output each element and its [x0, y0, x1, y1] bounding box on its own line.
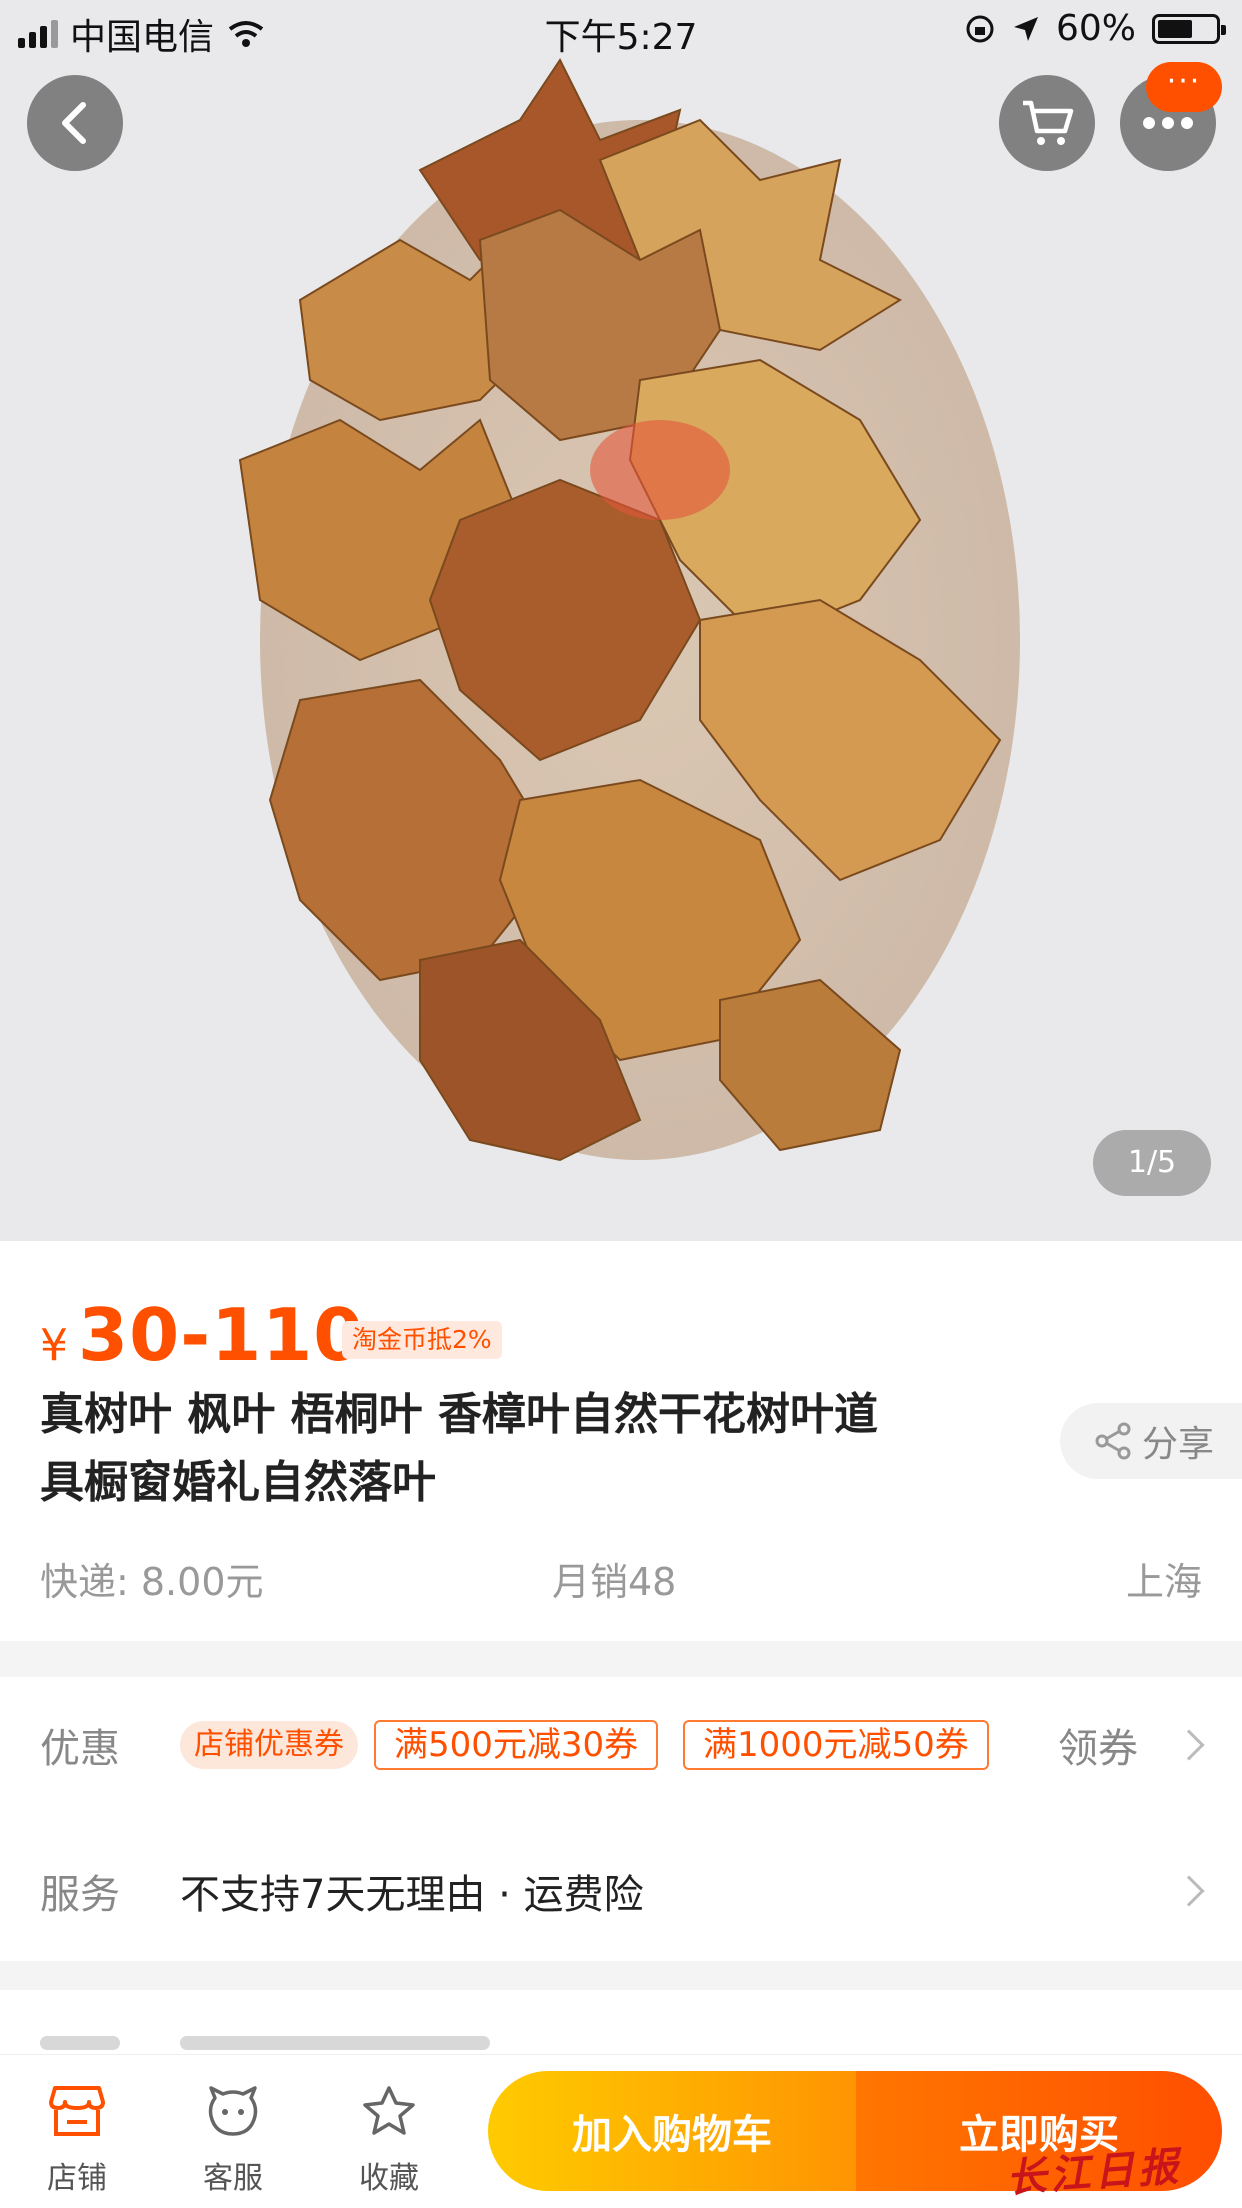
tab-customer-service-label: 客服 [203, 2161, 263, 2196]
tab-shop-label: 店铺 [47, 2161, 107, 2196]
promotions-services-section: 优惠 店铺优惠券 满500元减30券 满1000元减50券 领券 服务 不支持7… [0, 1677, 1242, 1961]
tab-customer-service[interactable]: 客服 [178, 2079, 288, 2197]
battery-icon [1152, 13, 1226, 44]
product-photo-dried-leaves [238, 58, 1020, 1162]
share-label: 分享 [1142, 1424, 1215, 1465]
services-text: 不支持7天无理由 · 运费险 [180, 1872, 644, 1918]
chevron-right-icon [1173, 1875, 1205, 1907]
cart-button[interactable] [999, 75, 1095, 171]
product-title: 真树叶 枫叶 梧桐叶 香樟叶自然干花树叶道 具橱窗婚礼自然落叶 [40, 1381, 1020, 1517]
newspaper-watermark-logo: 长江日报 [1004, 2142, 1184, 2203]
message-badge: ··· [1146, 62, 1222, 112]
product-info-card: ¥ 30-110 淘金币抵2% 真树叶 枫叶 梧桐叶 香樟叶自然干花树叶道 具橱… [0, 1241, 1242, 1641]
rotation-lock-icon [966, 15, 994, 42]
taojinbi-tag: 淘金币抵2% [342, 1321, 502, 1359]
status-bar: 中国电信 下午5:27 60% [0, 0, 1242, 62]
product-title-line-1: 真树叶 枫叶 梧桐叶 香樟叶自然干花树叶道 [40, 1389, 878, 1440]
ship-from-location: 上海 [1125, 1560, 1202, 1604]
price-range: 30-110 [78, 1293, 365, 1377]
services-label: 服务 [40, 1872, 120, 1918]
add-to-cart-button[interactable]: 加入购物车 [488, 2071, 856, 2191]
currency-symbol: ¥ [40, 1320, 68, 1371]
tab-favorite[interactable]: 收藏 [334, 2079, 444, 2197]
location-arrow-icon [1013, 16, 1038, 41]
bottom-action-bar: 店铺 客服 收藏 加入购物车 立即购买 长江日报 [0, 2054, 1242, 2208]
coupon-1000-50[interactable]: 满1000元减50券 [683, 1720, 989, 1770]
claim-coupon-link[interactable]: 领券 [1058, 1716, 1138, 1774]
price: ¥ 30-110 [40, 1293, 364, 1377]
shop-icon [49, 2086, 105, 2136]
more-dots-icon [1143, 117, 1193, 129]
battery-percent: 60% [1055, 8, 1136, 49]
shipping-fee: 快递: 8.00元 [40, 1560, 264, 1604]
chevron-right-icon [1173, 1729, 1205, 1761]
services-row[interactable]: 服务 不支持7天无理由 · 运费险 [0, 1841, 1242, 1941]
tab-shop[interactable]: 店铺 [22, 2079, 132, 2197]
promotions-row[interactable]: 优惠 店铺优惠券 满500元减30券 满1000元减50券 领券 [0, 1695, 1242, 1795]
customer-service-icon [208, 2086, 258, 2136]
promotions-label: 优惠 [40, 1726, 120, 1772]
star-icon [363, 2086, 415, 2135]
product-image-gallery[interactable]: 中国电信 下午5:27 60% ··· 1/5 [0, 0, 1242, 1241]
monthly-sales: 月销48 [552, 1560, 677, 1604]
tab-favorite-label: 收藏 [359, 2161, 419, 2196]
chevron-left-icon [62, 102, 86, 144]
share-button[interactable]: 分享 [1060, 1403, 1242, 1479]
product-meta: 快递: 8.00元 月销48 上海 [40, 1551, 1202, 1604]
shopping-cart-icon [1023, 100, 1074, 145]
image-pager-indicator: 1/5 [1093, 1130, 1211, 1196]
share-icon [1095, 1422, 1131, 1460]
back-button[interactable] [27, 75, 123, 171]
product-detail-page: 中国电信 下午5:27 60% ··· 1/5 ¥ 30-110 淘金币抵2% … [0, 0, 1242, 2208]
coupon-500-30[interactable]: 满500元减30券 [374, 1720, 659, 1770]
shop-coupon-tag: 店铺优惠券 [180, 1721, 358, 1769]
product-title-line-2: 具橱窗婚礼自然落叶 [40, 1457, 436, 1508]
